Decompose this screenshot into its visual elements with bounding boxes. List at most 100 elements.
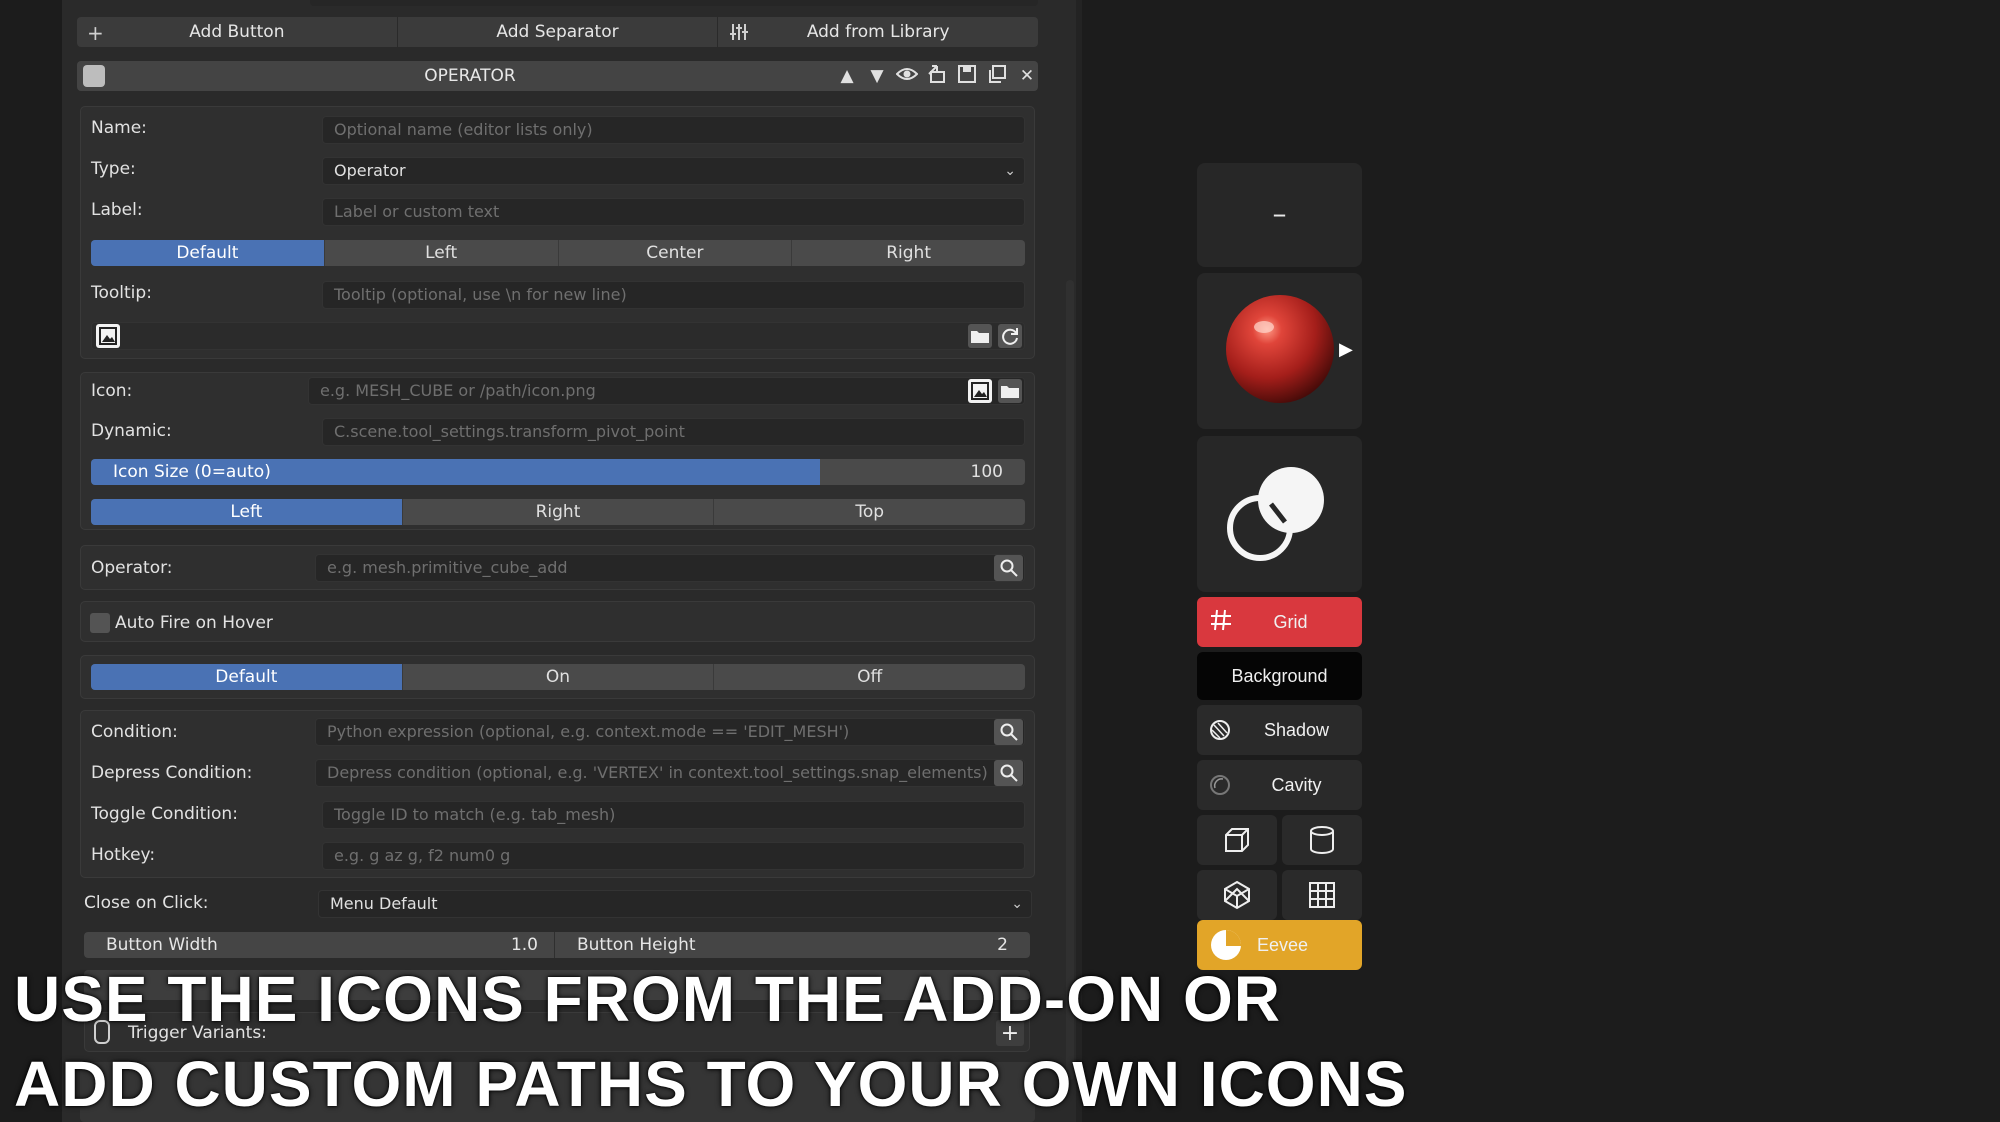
icon-field[interactable]: e.g. MESH_CUBE or /path/icon.png xyxy=(308,377,1025,405)
scrollbar[interactable] xyxy=(1066,280,1074,1080)
refresh-icon[interactable] xyxy=(998,324,1022,348)
hotkey-field[interactable]: e.g. g az g, f2 num0 g xyxy=(322,842,1025,870)
move-down-icon[interactable]: ▼ xyxy=(865,66,889,86)
name-label: Name: xyxy=(91,118,147,138)
save-icon[interactable] xyxy=(955,64,979,89)
tooltip-field[interactable]: Tooltip (optional, use \n for new line) xyxy=(322,281,1025,309)
grid-view-button[interactable] xyxy=(1282,870,1362,920)
image-icon[interactable] xyxy=(96,324,120,348)
label-alignment-selector: Default Left Center Right xyxy=(91,240,1025,266)
icon-size-slider[interactable]: Icon Size (0=auto) 100 xyxy=(91,459,1025,485)
button-height-slider[interactable]: Button Height 2 xyxy=(555,932,1030,958)
eevee-label: Eevee xyxy=(1256,934,1309,955)
operator-field[interactable]: e.g. mesh.primitive_cube_add xyxy=(315,554,1025,582)
align-center-option[interactable]: Center xyxy=(559,240,793,266)
icon-picker-icon[interactable] xyxy=(968,379,992,403)
matcap-sphere-icon xyxy=(1226,295,1334,403)
add-button-label: Add Button xyxy=(189,22,285,42)
close-on-click-label: Close on Click: xyxy=(84,893,209,913)
dynamic-field[interactable]: C.scene.tool_settings.transform_pivot_po… xyxy=(322,418,1025,446)
fire-on-option[interactable]: On xyxy=(403,664,715,690)
toggle-condition-label: Toggle Condition: xyxy=(91,804,238,824)
add-separator-button[interactable]: Add Separator xyxy=(398,17,719,47)
depress-condition-label: Depress Condition: xyxy=(91,763,253,783)
condition-search-icon[interactable] xyxy=(994,719,1023,745)
add-from-library-button[interactable]: Add from Library xyxy=(718,17,1038,47)
grid-box-icon xyxy=(1309,882,1335,908)
previous-field-edge xyxy=(310,0,1038,6)
move-up-icon[interactable]: ▲ xyxy=(835,66,859,86)
grid-label: Grid xyxy=(1273,611,1308,632)
toggle-condition-field[interactable]: Toggle ID to match (e.g. tab_mesh) xyxy=(322,801,1025,829)
icon-pos-left-option[interactable]: Left xyxy=(91,499,403,525)
chevron-down-icon: ⌄ xyxy=(1004,163,1016,179)
save-to-library-icon[interactable] xyxy=(925,64,949,89)
add-from-library-label: Add from Library xyxy=(806,22,950,42)
folder-icon[interactable] xyxy=(968,324,992,348)
collapse-tile[interactable]: – xyxy=(1197,163,1362,267)
depress-search-icon[interactable] xyxy=(994,760,1023,786)
close-on-click-select[interactable]: Menu Default ⌄ xyxy=(318,890,1032,918)
panel-divider xyxy=(1076,0,1082,1122)
grid-button[interactable]: Grid xyxy=(1197,597,1362,647)
icon-position-selector: Left Right Top xyxy=(91,499,1025,525)
wireframe-view-button[interactable] xyxy=(1197,870,1277,920)
depress-condition-field[interactable]: Depress condition (optional, e.g. 'VERTE… xyxy=(315,759,1025,787)
button-height-label: Button Height xyxy=(577,935,696,955)
operator-search-icon[interactable] xyxy=(994,555,1023,581)
fire-off-option[interactable]: Off xyxy=(714,664,1025,690)
hotkey-label: Hotkey: xyxy=(91,845,156,865)
button-width-label: Button Width xyxy=(106,935,218,955)
fire-default-option[interactable]: Default xyxy=(91,664,403,690)
add-button-button[interactable]: + Add Button xyxy=(77,17,398,47)
plus-icon: + xyxy=(87,21,104,45)
label-label: Label: xyxy=(91,200,143,220)
icon-pos-right-option[interactable]: Right xyxy=(403,499,715,525)
cavity-icon xyxy=(1209,774,1231,801)
play-arrow-icon[interactable]: ▶ xyxy=(1339,339,1353,360)
operator-header: OPERATOR ▲ ▼ ✕ xyxy=(77,61,1038,91)
cavity-label: Cavity xyxy=(1271,774,1322,795)
wire-cube-icon xyxy=(1224,880,1250,910)
align-default-option[interactable]: Default xyxy=(91,240,325,266)
caption-line-1: USE THE ICONS FROM THE ADD-ON OR xyxy=(14,963,1281,1035)
sliders-icon xyxy=(728,21,750,48)
dynamic-label: Dynamic: xyxy=(91,421,172,441)
cube-view-button[interactable] xyxy=(1197,815,1277,865)
shadow-label: Shadow xyxy=(1263,719,1330,740)
tooltip-label: Tooltip: xyxy=(91,283,152,303)
icon-size-value: 100 xyxy=(970,462,1003,482)
icon-pos-top-option[interactable]: Top xyxy=(714,499,1025,525)
header-actions: ▲ ▼ ✕ xyxy=(835,61,1039,91)
pivot-point-icon xyxy=(1227,467,1324,561)
name-field[interactable]: Optional name (editor lists only) xyxy=(322,116,1025,144)
matcap-tile[interactable]: ▶ xyxy=(1197,273,1362,429)
align-left-option[interactable]: Left xyxy=(325,240,559,266)
background-button[interactable]: Background xyxy=(1197,652,1362,700)
grid-hash-icon xyxy=(1209,608,1233,637)
icon-label: Icon: xyxy=(91,381,133,401)
auto-fire-label: Auto Fire on Hover xyxy=(115,613,273,633)
fire-mode-selector: Default On Off xyxy=(91,664,1025,690)
shadow-button[interactable]: Shadow xyxy=(1197,705,1362,755)
cylinder-icon xyxy=(1310,826,1334,854)
cylinder-view-button[interactable] xyxy=(1282,815,1362,865)
label-field[interactable]: Label or custom text xyxy=(322,198,1025,226)
type-value: Operator xyxy=(334,161,406,180)
pivot-tile[interactable] xyxy=(1197,436,1362,592)
condition-field[interactable]: Python expression (optional, e.g. contex… xyxy=(315,718,1025,746)
type-select[interactable]: Operator ⌄ xyxy=(322,157,1025,185)
close-on-click-value: Menu Default xyxy=(330,894,438,913)
background-label: Background xyxy=(1231,665,1328,686)
eye-icon[interactable] xyxy=(895,66,919,87)
shadow-icon xyxy=(1209,719,1231,746)
auto-fire-checkbox[interactable] xyxy=(90,613,110,633)
align-right-option[interactable]: Right xyxy=(792,240,1025,266)
close-icon[interactable]: ✕ xyxy=(1015,66,1039,86)
add-separator-label: Add Separator xyxy=(496,22,619,42)
button-width-slider[interactable]: Button Width 1.0 xyxy=(84,932,555,958)
cavity-button[interactable]: Cavity xyxy=(1197,760,1362,810)
duplicate-icon[interactable] xyxy=(985,64,1009,89)
type-label: Type: xyxy=(91,159,136,179)
icon-folder-icon[interactable] xyxy=(998,379,1022,403)
